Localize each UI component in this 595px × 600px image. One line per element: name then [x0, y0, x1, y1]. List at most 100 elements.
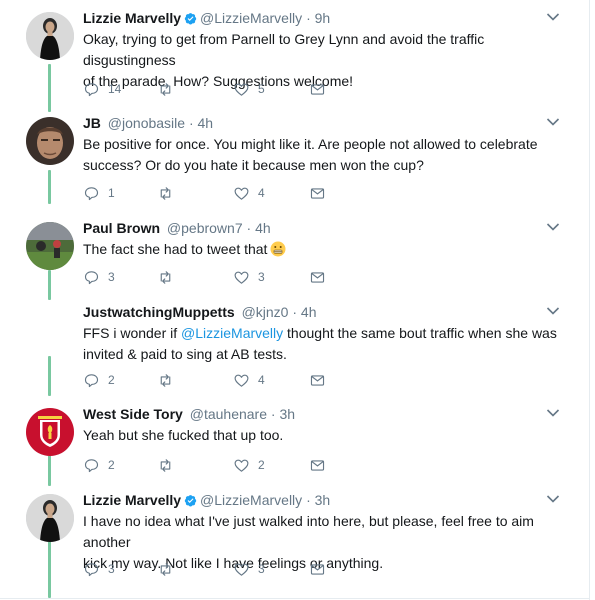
like-button[interactable]: 4: [233, 370, 265, 390]
author-name[interactable]: Lizzie Marvelly: [83, 492, 181, 508]
like-button[interactable]: 5: [233, 79, 265, 99]
separator-dot: ·: [292, 304, 298, 320]
tweet-header: JB @jonobasile · 4h: [83, 115, 563, 131]
retweet-icon: [160, 82, 171, 96]
reply-button[interactable]: 3: [83, 559, 115, 579]
separator-dot: ·: [306, 10, 311, 26]
envelope-icon: [310, 374, 325, 386]
tweet[interactable]: JustwatchingMuppetts @kjnz0 · 4h FFS i w…: [0, 304, 589, 394]
avatar[interactable]: [26, 117, 74, 165]
avatar[interactable]: [26, 408, 74, 456]
like-count: 3: [258, 562, 265, 576]
chevron-down-icon[interactable]: [546, 306, 560, 316]
author-name[interactable]: West Side Tory: [83, 406, 183, 422]
retweet-button[interactable]: [157, 559, 182, 579]
tweet[interactable]: Lizzie Marvelly @LizzieMarvelly · 3h I ha…: [0, 492, 589, 582]
avatar-man-image: [26, 117, 74, 165]
tweet-actions: 2 2: [83, 455, 383, 475]
tweet-text-segment: FFS i wonder if: [83, 325, 182, 341]
tweet-text-segment: thought the same bout traffic when she w…: [283, 325, 557, 341]
retweet-button[interactable]: [157, 183, 182, 203]
tweet-text-line: Be positive for once. You might like it.…: [83, 136, 538, 152]
avatar-sports-image: [26, 222, 74, 270]
tweet[interactable]: JB @jonobasile · 4h Be positive for once…: [0, 115, 589, 205]
retweet-icon: [160, 373, 171, 387]
direct-message-button[interactable]: [309, 455, 326, 475]
author-name[interactable]: Paul Brown: [83, 220, 160, 236]
tweet[interactable]: Lizzie Marvelly @LizzieMarvelly · 9h Okay…: [0, 10, 589, 100]
author-handle[interactable]: @tauhenare: [190, 406, 267, 422]
tweet-text: Be positive for once. You might like it.…: [83, 134, 563, 176]
avatar[interactable]: [26, 222, 74, 270]
reply-icon: [84, 373, 99, 387]
reply-button[interactable]: 3: [83, 267, 115, 287]
mention-link[interactable]: @LizzieMarvelly: [181, 325, 283, 341]
tweet-actions: 3 3: [83, 559, 383, 579]
reply-button[interactable]: 2: [83, 370, 115, 390]
timestamp[interactable]: 4h: [255, 220, 271, 236]
chevron-down-icon[interactable]: [546, 12, 560, 22]
reply-count: 1: [108, 186, 115, 200]
verified-badge-icon: [184, 495, 197, 507]
direct-message-button[interactable]: [309, 370, 326, 390]
envelope-icon: [310, 459, 325, 471]
author-name[interactable]: JB: [83, 115, 101, 131]
heart-icon: [234, 83, 249, 96]
reply-button[interactable]: 1: [83, 183, 115, 203]
timestamp[interactable]: 3h: [315, 492, 331, 508]
verified-badge-icon: [184, 13, 197, 25]
tweet[interactable]: Paul Brown @pebrown7 · 4h The fact she h…: [0, 220, 589, 290]
tweet-text-line: Okay, trying to get from Parnell to Grey…: [83, 31, 485, 68]
direct-message-button[interactable]: [309, 79, 326, 99]
heart-icon: [234, 374, 249, 387]
tweet[interactable]: West Side Tory @tauhenare · 3h Yeah but …: [0, 406, 589, 478]
like-count: 2: [258, 458, 265, 472]
tweet-header: JustwatchingMuppetts @kjnz0 · 4h: [83, 304, 563, 320]
tweet-text-line: I have no idea what I've just walked int…: [83, 513, 534, 550]
like-button[interactable]: 3: [233, 559, 265, 579]
reply-button[interactable]: 2: [83, 455, 115, 475]
chevron-down-icon[interactable]: [546, 222, 560, 232]
like-button[interactable]: 4: [233, 183, 265, 203]
author-handle[interactable]: @LizzieMarvelly: [200, 10, 302, 26]
like-button[interactable]: 2: [233, 455, 265, 475]
tweet-header: West Side Tory @tauhenare · 3h: [83, 406, 563, 422]
reply-icon: [84, 562, 99, 576]
author-name[interactable]: JustwatchingMuppetts: [83, 304, 235, 320]
direct-message-button[interactable]: [309, 267, 326, 287]
tweet-text: Yeah but she fucked that up too.: [83, 425, 563, 446]
chevron-down-icon[interactable]: [546, 408, 560, 418]
retweet-button[interactable]: [157, 267, 182, 287]
chevron-down-icon[interactable]: [546, 117, 560, 127]
chevron-down-icon[interactable]: [546, 494, 560, 504]
author-handle[interactable]: @kjnz0: [242, 304, 289, 320]
avatar[interactable]: [26, 12, 74, 60]
timestamp[interactable]: 4h: [301, 304, 317, 320]
envelope-icon: [310, 271, 325, 283]
retweet-button[interactable]: [157, 79, 182, 99]
retweet-button[interactable]: [157, 370, 182, 390]
tweet-text-line: FFS i wonder if @LizzieMarvelly thought …: [83, 323, 563, 344]
direct-message-button[interactable]: [309, 183, 326, 203]
avatar-liverpool-crest-image: [26, 408, 74, 456]
tweet-actions: 2 4: [83, 370, 383, 390]
author-handle[interactable]: @LizzieMarvelly: [200, 492, 302, 508]
timestamp[interactable]: 4h: [198, 115, 214, 131]
reply-button[interactable]: 14: [83, 79, 121, 99]
timestamp[interactable]: 9h: [315, 10, 331, 26]
reply-icon: [84, 82, 99, 96]
like-button[interactable]: 3: [233, 267, 265, 287]
direct-message-button[interactable]: [309, 559, 326, 579]
retweet-button[interactable]: [157, 455, 182, 475]
reply-icon: [84, 458, 99, 472]
author-handle[interactable]: @pebrown7: [167, 220, 243, 236]
tweet-text-line: success? Or do you hate it because men w…: [83, 157, 424, 173]
separator-dot: ·: [188, 115, 194, 131]
timestamp[interactable]: 3h: [279, 406, 295, 422]
avatar[interactable]: [26, 494, 74, 542]
author-handle[interactable]: @jonobasile: [108, 115, 185, 131]
author-name[interactable]: Lizzie Marvelly: [83, 10, 181, 26]
tweet-text: FFS i wonder if @LizzieMarvelly thought …: [83, 323, 563, 365]
grimacing-emoji-icon: [270, 241, 286, 257]
retweet-icon: [160, 186, 171, 200]
